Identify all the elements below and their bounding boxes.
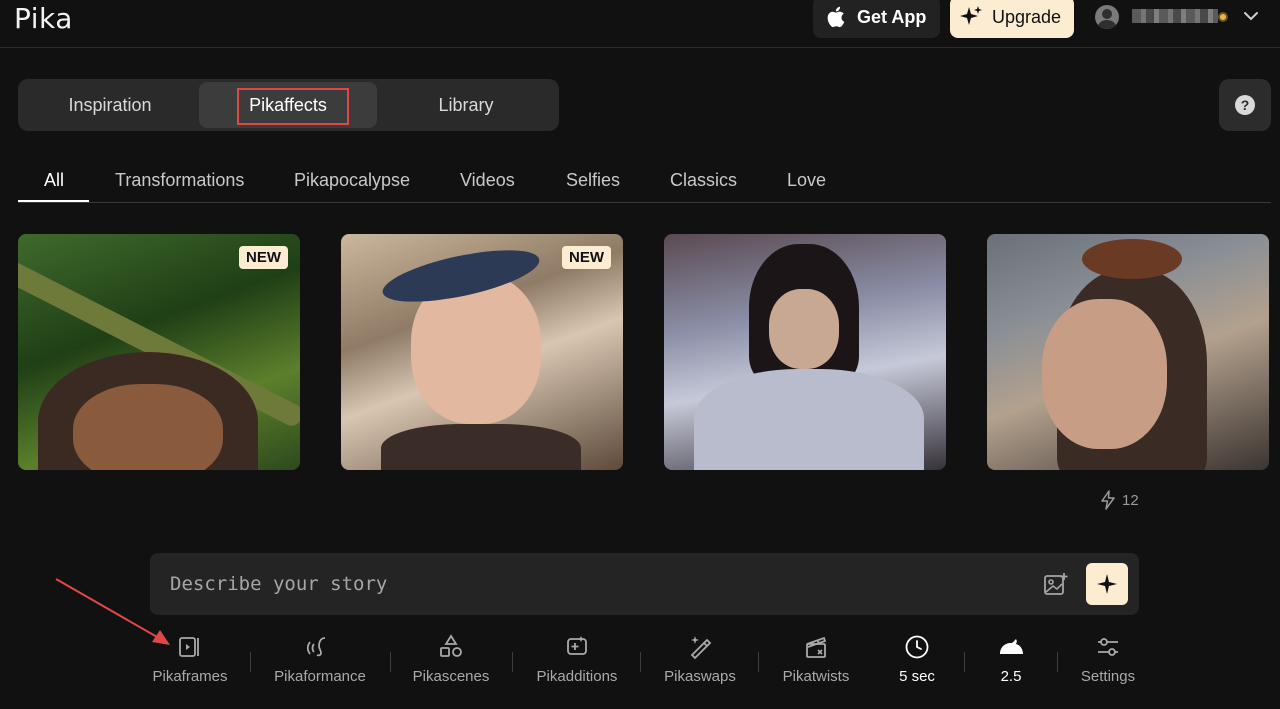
- new-badge: NEW: [562, 246, 611, 269]
- toolbar-divider: [964, 652, 965, 672]
- pikascenes-button[interactable]: Pikascenes: [410, 634, 492, 694]
- sparkle-icon: [960, 6, 982, 25]
- pikatwists-label: Pikatwists: [782, 668, 850, 685]
- category-tab-videos[interactable]: Videos: [460, 170, 515, 191]
- toolbar-divider: [512, 652, 513, 672]
- duration-value: 5 sec: [899, 668, 935, 685]
- frames-icon: [179, 637, 199, 657]
- face-shape: [1042, 299, 1167, 449]
- toolbar-divider: [250, 652, 251, 672]
- pikaformance-label: Pikaformance: [274, 668, 366, 685]
- pikaformance-button[interactable]: Pikaformance: [270, 634, 370, 694]
- get-app-button[interactable]: Get App: [813, 0, 940, 38]
- upgrade-button[interactable]: Upgrade: [950, 0, 1074, 38]
- mushroom-cap-shape: [1082, 239, 1182, 279]
- username-redacted[interactable]: [1132, 9, 1218, 23]
- image-upload-icon[interactable]: [1043, 571, 1069, 597]
- main-tab-group: Inspiration Pikaffects Library: [18, 79, 559, 131]
- lightning-icon: [1101, 490, 1115, 510]
- shirt-shape: [381, 424, 581, 470]
- category-tab-pikapocalypse[interactable]: Pikapocalypse: [294, 170, 410, 191]
- chevron-down-icon[interactable]: [1241, 6, 1261, 26]
- category-tab-love[interactable]: Love: [787, 170, 826, 191]
- like-count[interactable]: 12: [1100, 490, 1139, 510]
- model-selector[interactable]: 2.5: [984, 634, 1038, 694]
- pikadditions-button[interactable]: Pikadditions: [532, 634, 622, 694]
- pikascenes-label: Pikascenes: [412, 668, 490, 685]
- pikadditions-label: Pikadditions: [536, 668, 618, 685]
- effect-card[interactable]: [987, 234, 1269, 470]
- rabbit-icon: [1000, 639, 1023, 654]
- effect-card[interactable]: [664, 234, 946, 470]
- face-shape: [769, 289, 839, 369]
- sparkle-icon: [1097, 574, 1117, 594]
- model-version: 2.5: [1000, 668, 1022, 685]
- like-count-value: 12: [1122, 491, 1139, 509]
- pikatwists-button[interactable]: Pikatwists: [778, 634, 854, 694]
- pika-logo[interactable]: Pika: [14, 2, 73, 35]
- tab-inspiration[interactable]: Inspiration: [21, 82, 199, 128]
- pikaswaps-button[interactable]: Pikaswaps: [660, 634, 740, 694]
- clock-icon: [905, 635, 929, 659]
- clapperboard-icon: [806, 636, 827, 658]
- apple-icon: [827, 6, 845, 28]
- new-badge: NEW: [239, 246, 288, 269]
- pikaframes-button[interactable]: Pikaframes: [150, 634, 230, 694]
- skin-shape: [73, 384, 223, 470]
- sweater-shape: [694, 369, 924, 470]
- category-tab-all[interactable]: All: [44, 170, 64, 191]
- category-tab-transformations[interactable]: Transformations: [115, 170, 244, 191]
- tab-pikaffects[interactable]: Pikaffects: [199, 82, 377, 128]
- settings-button[interactable]: Settings: [1077, 634, 1139, 694]
- credits-coin-icon: [1218, 12, 1228, 22]
- pikaframes-label: Pikaframes: [152, 668, 228, 685]
- category-tab-classics[interactable]: Classics: [670, 170, 737, 191]
- toolbar-divider: [390, 652, 391, 672]
- duration-selector[interactable]: 5 sec: [888, 634, 946, 694]
- voice-icon: [307, 637, 326, 657]
- tab-library[interactable]: Library: [377, 82, 555, 128]
- active-tab-underline: [18, 200, 89, 202]
- help-button[interactable]: ?: [1219, 79, 1271, 131]
- toolbar-divider: [640, 652, 641, 672]
- category-tab-selfies[interactable]: Selfies: [566, 170, 620, 191]
- get-app-label: Get App: [857, 6, 927, 27]
- sliders-icon: [1098, 638, 1118, 656]
- magic-brush-icon: [690, 636, 712, 660]
- svg-text:?: ?: [1241, 97, 1250, 113]
- question-icon: ?: [1235, 95, 1255, 115]
- toolbar-divider: [1057, 652, 1058, 672]
- prompt-input[interactable]: [170, 567, 1010, 601]
- user-avatar[interactable]: [1095, 5, 1119, 29]
- top-bar: Pika Get App Upgrade: [0, 0, 1280, 48]
- generate-button[interactable]: [1086, 563, 1128, 605]
- effect-card[interactable]: NEW: [341, 234, 623, 470]
- add-element-icon: [567, 636, 587, 655]
- upgrade-label: Upgrade: [992, 6, 1062, 27]
- settings-label: Settings: [1080, 668, 1136, 685]
- shapes-icon: [440, 634, 462, 657]
- pikaswaps-label: Pikaswaps: [664, 668, 736, 685]
- effect-card[interactable]: NEW: [18, 234, 300, 470]
- prompt-box: [150, 553, 1139, 615]
- category-tabs: All Transformations Pikapocalypse Videos…: [18, 158, 1271, 203]
- toolbar-divider: [758, 652, 759, 672]
